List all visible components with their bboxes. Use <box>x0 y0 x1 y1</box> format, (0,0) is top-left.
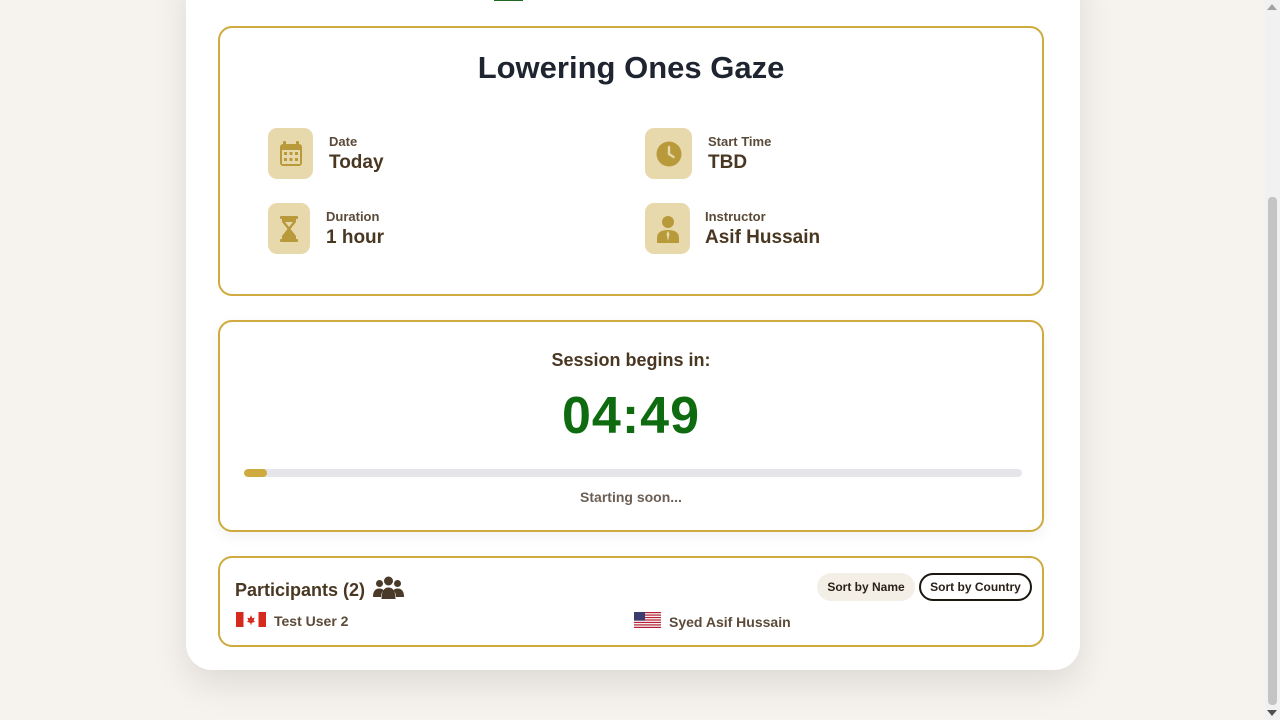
participant-name: Syed Asif Hussain <box>669 613 791 630</box>
scroll-up-arrow-icon[interactable] <box>1267 4 1277 10</box>
sort-by-country-button[interactable]: Sort by Country <box>919 573 1032 601</box>
participant-item: Syed Asif Hussain <box>634 612 791 631</box>
countdown-timer: 04:49 <box>562 387 700 445</box>
duration-value: 1 hour <box>326 227 385 248</box>
session-title: Lowering Ones Gaze <box>477 50 785 85</box>
participant-item: Test User 2 <box>236 612 348 630</box>
start-time-label: Start Time <box>708 134 772 149</box>
instructor-icon <box>645 203 690 254</box>
progress-fill <box>244 469 268 477</box>
hourglass-icon <box>268 203 310 254</box>
participants-heading: Participants (2) <box>235 576 405 605</box>
usa-flag-icon <box>634 612 661 631</box>
canada-flag-icon <box>236 612 266 630</box>
date-label: Date <box>329 134 358 149</box>
scroll-down-arrow-icon[interactable] <box>1267 710 1277 716</box>
sort-by-name-button[interactable]: Sort by Name <box>817 573 915 601</box>
session-begins-label: Session begins in: <box>551 350 711 370</box>
participant-name: Test User 2 <box>274 613 349 629</box>
status-text: Starting soon... <box>580 489 682 505</box>
progress-bar <box>244 469 1022 477</box>
date-value: Today <box>329 152 384 173</box>
participants-title: Participants (2) <box>235 580 366 600</box>
instructor-value: Asif Hussain <box>705 227 821 248</box>
users-group-icon <box>373 576 405 605</box>
start-time-value: TBD <box>708 152 748 173</box>
scroll-thumb[interactable] <box>1268 197 1277 705</box>
top-tab-indicator <box>494 0 523 1</box>
participants-card: Participants (2) Sort by Name Sort by Co… <box>218 556 1044 647</box>
instructor-label: Instructor <box>705 209 766 224</box>
duration-label: Duration <box>326 209 380 224</box>
clock-icon <box>645 128 692 179</box>
countdown-card: Session begins in: 04:49 Starting soon..… <box>218 320 1044 532</box>
page-scrollbar[interactable] <box>1265 0 1280 720</box>
session-info-card: Lowering Ones Gaze Date Today Start Time… <box>218 26 1044 296</box>
calendar-icon <box>268 128 313 179</box>
